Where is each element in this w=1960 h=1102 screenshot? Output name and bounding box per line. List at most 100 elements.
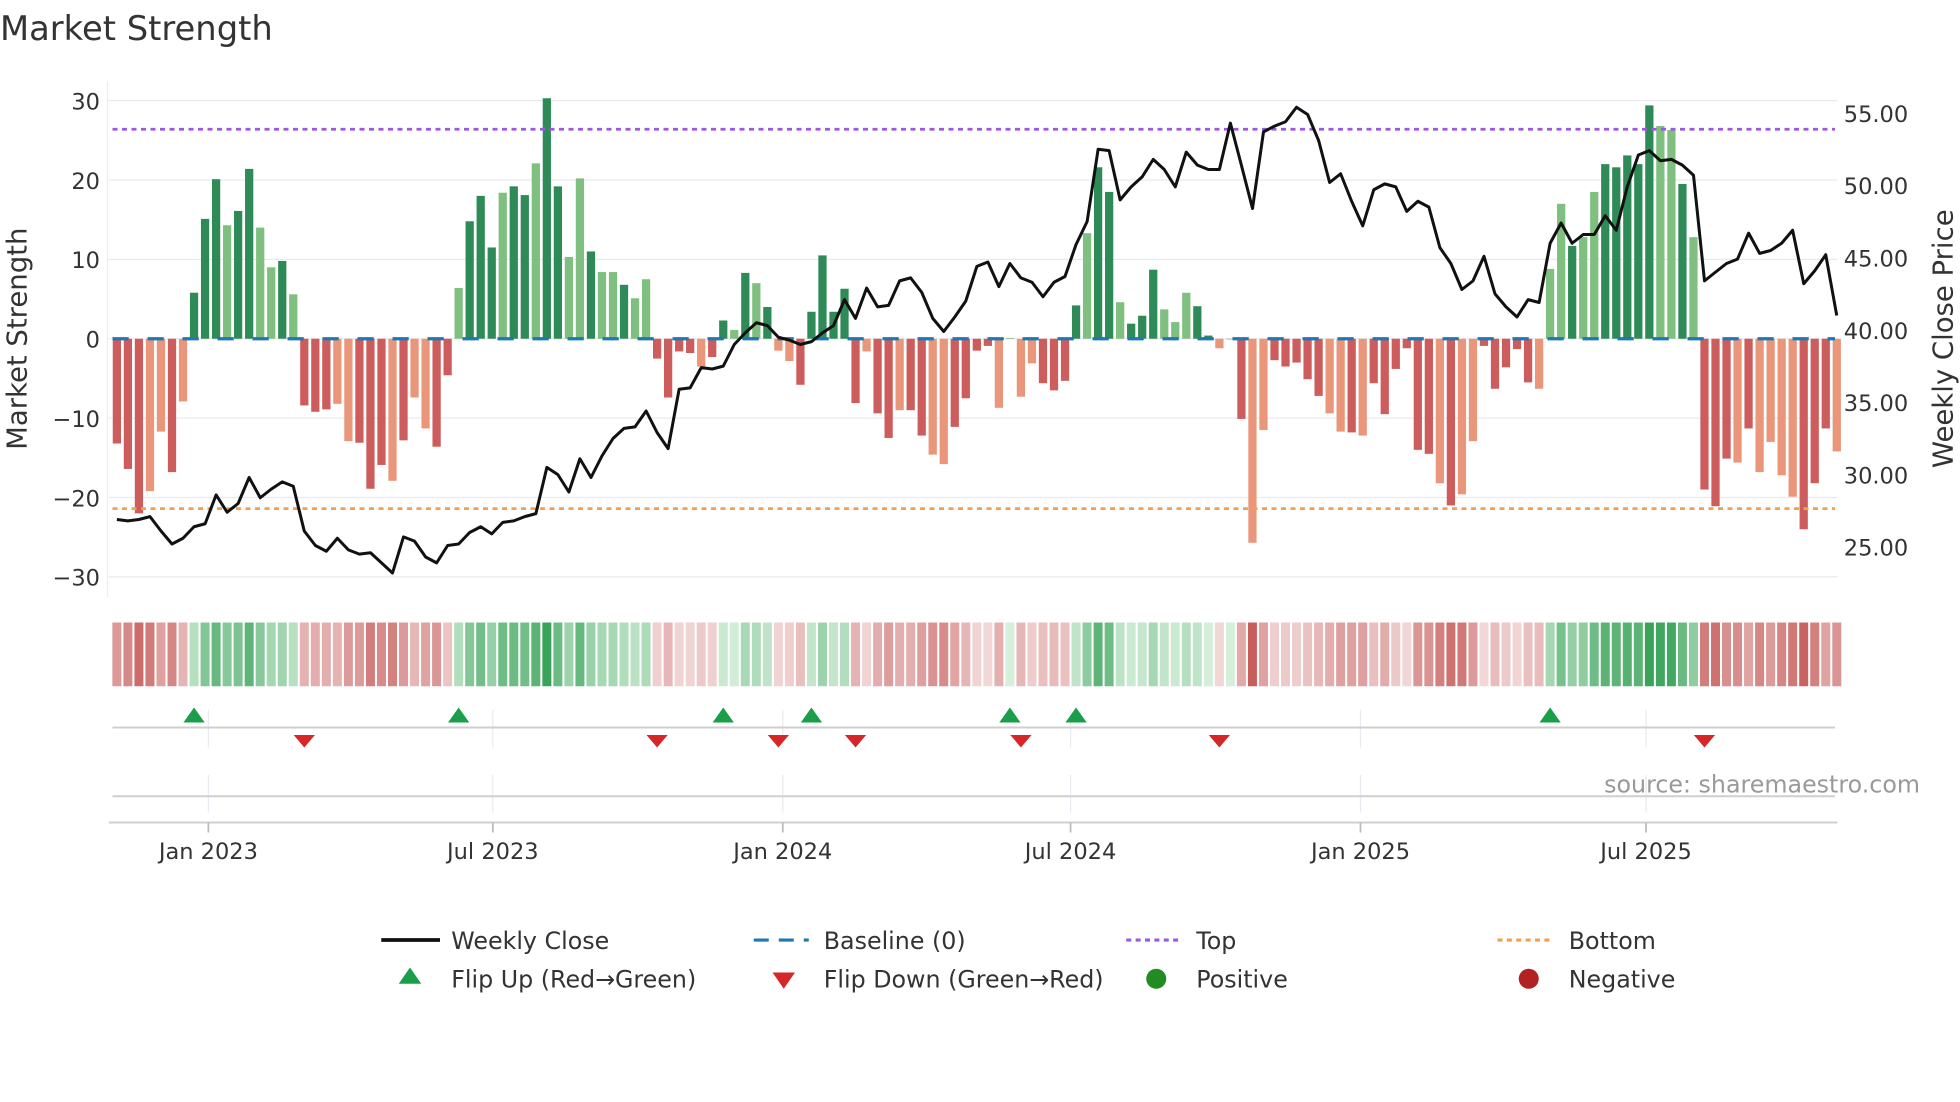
heat-cell — [1446, 622, 1456, 687]
heat-cell — [443, 622, 453, 687]
heat-cell — [145, 622, 155, 687]
flip-down-marker — [646, 735, 668, 748]
strength-bar — [1016, 338, 1026, 397]
strength-bar — [1149, 269, 1158, 339]
heat-cell — [1391, 622, 1401, 687]
strength-bar — [906, 338, 915, 411]
strength-bar — [410, 338, 419, 398]
x-tick-label: Jan 2024 — [731, 839, 832, 865]
strength-bar — [1413, 338, 1422, 450]
heat-cell — [652, 622, 662, 687]
strength-bar — [895, 338, 904, 411]
strength-bar — [840, 288, 849, 339]
legend-negative: Negative — [1569, 966, 1676, 994]
flip-down-marker — [767, 735, 789, 748]
strength-bar — [1160, 309, 1169, 339]
flip-down-marker — [1693, 735, 1716, 748]
strength-bar — [1755, 338, 1764, 473]
strength-bar — [300, 338, 309, 406]
right-tick-label: 40.00 — [1844, 319, 1908, 345]
triangle-up-icon — [398, 967, 422, 984]
legend-positive: Positive — [1196, 966, 1288, 994]
heat-cell — [1236, 622, 1246, 687]
heat-cell — [1148, 622, 1158, 687]
heat-cell — [983, 622, 993, 687]
strength-bar — [697, 338, 706, 367]
heat-cell — [1170, 622, 1180, 687]
heat-cell — [399, 622, 409, 687]
right-tick-label: 45.00 — [1844, 246, 1908, 272]
legend: Weekly Close Baseline (0) Top Bottom Fli… — [381, 927, 1675, 994]
strength-bar — [686, 338, 695, 354]
strength-bar — [1678, 183, 1687, 339]
positive-dot-icon — [1146, 968, 1167, 989]
heat-cell — [1479, 622, 1489, 687]
heat-cell — [994, 622, 1004, 687]
strength-bar — [1490, 338, 1500, 389]
heat-cell — [1369, 622, 1379, 687]
strength-bar — [344, 338, 353, 442]
strength-bar — [145, 338, 155, 492]
strength-bar — [333, 338, 342, 404]
x-axis-ticks: Jan 2023 Jul 2023 Jan 2024 Jul 2024 Jan 2025… — [157, 822, 1692, 865]
strength-bar — [211, 179, 221, 339]
heat-cell — [917, 622, 927, 687]
strength-heat-strip — [112, 622, 1842, 687]
right-tick-label: 30.00 — [1844, 463, 1908, 489]
heat-cell — [1722, 622, 1732, 687]
heat-cell — [862, 622, 872, 687]
strength-bar — [619, 284, 629, 339]
heat-cell — [1137, 622, 1147, 687]
heat-cell — [288, 622, 298, 687]
heat-cell — [1126, 622, 1136, 687]
heat-cell — [1082, 622, 1092, 687]
strength-bar — [818, 255, 827, 339]
strength-bar — [730, 330, 739, 339]
heat-cell — [542, 622, 552, 687]
strength-bar — [1634, 164, 1643, 339]
heat-cell — [1545, 622, 1555, 687]
heat-cell — [1435, 622, 1445, 687]
strength-bar — [752, 283, 761, 339]
strength-bar — [1766, 338, 1775, 442]
heat-cell — [1258, 622, 1268, 687]
heat-cell — [1611, 622, 1621, 687]
strength-bar — [1788, 338, 1797, 497]
strength-bar — [520, 195, 529, 339]
heat-cell — [873, 622, 883, 687]
heat-cell — [1005, 622, 1015, 687]
strength-bar — [1579, 237, 1588, 339]
strength-bar — [1645, 105, 1654, 339]
heat-cell — [1270, 622, 1279, 687]
heat-cell — [1049, 622, 1059, 687]
strength-bar — [950, 338, 959, 427]
flip-down-marker — [1010, 735, 1032, 748]
heat-cell — [1203, 622, 1213, 687]
strength-bar — [1590, 191, 1599, 339]
strength-bar — [1347, 338, 1356, 433]
strength-bar — [1546, 268, 1555, 339]
heat-cell — [928, 622, 938, 687]
strength-bar — [156, 338, 166, 432]
strength-bar — [1832, 338, 1841, 452]
strength-bar — [1391, 338, 1400, 369]
market-strength-chart: Market Strength 30 20 10 0 −10 −20 −30 55.00 50… — [0, 9, 1960, 994]
heat-cell — [1633, 622, 1643, 687]
left-axis-title: Market Strength — [1, 228, 33, 450]
strength-bar — [454, 287, 463, 339]
strength-bar — [1005, 337, 1015, 339]
strength-bar — [1722, 338, 1731, 459]
strength-bar — [1303, 338, 1312, 380]
left-tick-label: −30 — [53, 566, 100, 592]
strength-bar — [509, 186, 518, 339]
strength-bar — [774, 338, 783, 351]
strength-bar — [1568, 245, 1577, 339]
heat-cell — [729, 622, 739, 687]
heat-cell — [277, 622, 287, 687]
strength-bar — [366, 338, 375, 489]
flip-down-marker — [844, 735, 867, 748]
flip-up-marker — [800, 707, 823, 723]
strength-bar — [1380, 338, 1389, 415]
x-tick-label: Jul 2023 — [445, 839, 539, 865]
heat-cell — [167, 622, 177, 687]
